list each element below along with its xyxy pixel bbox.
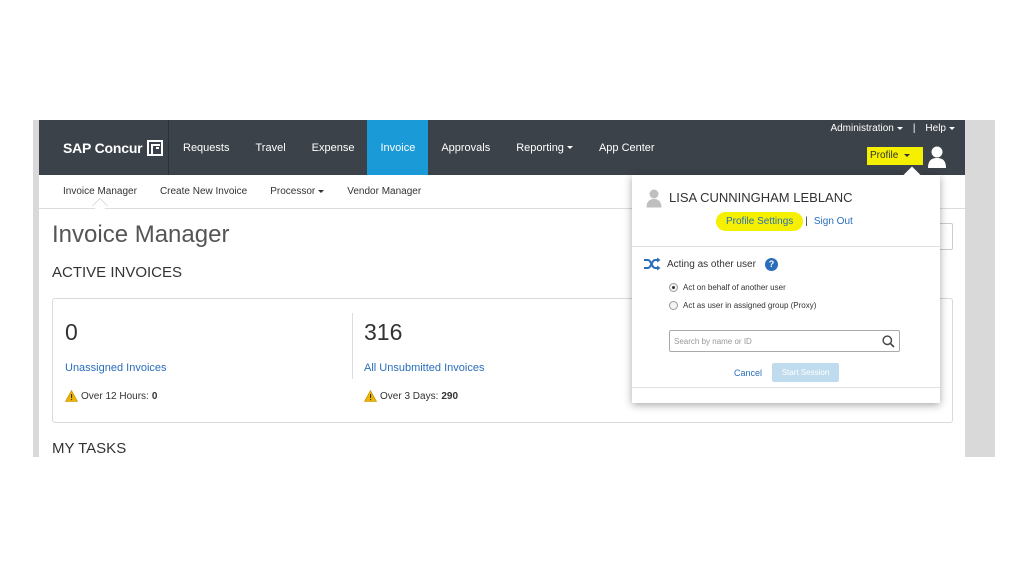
caret-down-icon xyxy=(566,146,573,149)
nav-item-requests[interactable]: Requests xyxy=(170,120,242,175)
nav-item-label: Reporting xyxy=(516,141,564,154)
subnav-vendor-manager[interactable]: Vendor Manager xyxy=(347,186,421,197)
administration-menu[interactable]: Administration xyxy=(830,123,903,134)
nav-item-label: Expense xyxy=(311,141,355,154)
link-separator: | xyxy=(805,216,808,227)
administration-label: Administration xyxy=(830,123,894,134)
warning-icon xyxy=(65,390,78,402)
subnav-label: Vendor Manager xyxy=(347,186,422,197)
radio-act-as-proxy[interactable]: Act as user in assigned group (Proxy) xyxy=(669,301,816,310)
stat-unsubmitted: 316 All Unsubmitted Invoices Over 3 Days… xyxy=(364,319,484,402)
main-nav: Requests Travel Expense Invoice Approval… xyxy=(170,120,668,175)
subnav-invoice-manager[interactable]: Invoice Manager xyxy=(63,186,137,197)
stat-divider xyxy=(352,313,353,379)
start-session-button[interactable]: Start Session xyxy=(772,363,840,382)
brand-logo[interactable]: SAP Concur xyxy=(39,120,169,175)
nav-item-label: Invoice xyxy=(380,141,416,154)
all-unsubmitted-invoices-link[interactable]: All Unsubmitted Invoices xyxy=(364,362,484,374)
nav-item-approvals[interactable]: Approvals xyxy=(428,120,503,175)
radio-act-on-behalf[interactable]: Act on behalf of another user xyxy=(669,283,786,292)
caret-down-icon xyxy=(896,126,903,130)
active-invoices-heading: ACTIVE INVOICES xyxy=(52,264,183,281)
my-tasks-heading: MY TASKS xyxy=(52,440,127,457)
profile-links: Profile Settings | Sign Out xyxy=(716,212,853,231)
search-icon[interactable] xyxy=(877,331,899,351)
session-actions: Cancel Start Session xyxy=(734,363,840,382)
utility-separator: | xyxy=(912,123,916,134)
user-avatar-icon xyxy=(646,189,662,208)
acting-as-other-user-header: Acting as other user ? xyxy=(643,257,778,271)
warning-label: Over 12 Hours: xyxy=(81,390,149,402)
stat-unassigned: 0 Unassigned Invoices Over 12 Hours: 0 xyxy=(65,319,167,402)
user-search-input[interactable] xyxy=(670,332,877,350)
radio-button-checked[interactable] xyxy=(669,283,678,292)
utility-links: Administration | Help xyxy=(830,123,955,134)
profile-label: Profile xyxy=(870,150,899,161)
acting-title: Acting as other user xyxy=(667,258,756,270)
stat-warning: Over 12 Hours: 0 xyxy=(65,390,167,402)
user-name: LISA CUNNINGHAM LEBLANC xyxy=(669,190,853,205)
subnav-label: Processor xyxy=(270,186,316,197)
nav-item-label: Requests xyxy=(183,141,230,154)
nav-item-reporting[interactable]: Reporting xyxy=(503,120,586,175)
warning-value: 290 xyxy=(441,390,459,402)
profile-settings-link[interactable]: Profile Settings xyxy=(716,212,804,231)
stat-count: 0 xyxy=(65,319,78,345)
caret-down-icon xyxy=(318,189,325,193)
nav-item-label: Approvals xyxy=(441,141,491,154)
caret-down-icon xyxy=(949,126,955,130)
brand-name: SAP Concur xyxy=(63,139,143,156)
warning-label: Over 3 Days: xyxy=(380,390,439,402)
nav-item-expense[interactable]: Expense xyxy=(299,120,368,175)
nav-item-label: Travel xyxy=(255,141,286,154)
subnav-processor[interactable]: Processor xyxy=(270,186,325,197)
subnav-create-new-invoice[interactable]: Create New Invoice xyxy=(160,186,247,197)
nav-item-app-center[interactable]: App Center xyxy=(586,120,668,175)
concur-app: SAP Concur Requests Travel Expense Invoi… xyxy=(39,120,965,457)
screenshot-frame: SAP Concur Requests Travel Expense Invoi… xyxy=(33,120,995,457)
cancel-link[interactable]: Cancel xyxy=(734,368,762,378)
radio-button[interactable] xyxy=(669,301,678,310)
page-title: Invoice Manager xyxy=(52,221,230,248)
stat-warning: Over 3 Days: 290 xyxy=(364,390,484,402)
sign-out-link[interactable]: Sign Out xyxy=(814,216,853,227)
concur-logo-icon xyxy=(147,139,164,156)
nav-item-travel[interactable]: Travel xyxy=(242,120,298,175)
nav-item-label: App Center xyxy=(598,141,655,154)
shuffle-icon xyxy=(644,257,661,271)
user-search-box xyxy=(669,330,900,352)
dropdown-divider xyxy=(632,387,940,388)
warning-value: 0 xyxy=(151,390,158,402)
help-icon[interactable]: ? xyxy=(764,257,778,271)
nav-item-invoice[interactable]: Invoice xyxy=(367,120,429,175)
subnav-label: Create New Invoice xyxy=(159,186,248,197)
help-menu[interactable]: Help xyxy=(925,123,955,134)
caret-down-icon xyxy=(904,153,911,157)
radio-label: Act on behalf of another user xyxy=(683,283,786,292)
user-avatar-icon[interactable] xyxy=(927,145,947,169)
stat-count: 316 xyxy=(364,319,403,345)
help-label: Help xyxy=(925,123,946,134)
radio-label: Act as user in assigned group (Proxy) xyxy=(683,301,817,310)
profile-menu-button[interactable]: Profile xyxy=(870,150,911,161)
profile-dropdown: LISA CUNNINGHAM LEBLANC Profile Settings… xyxy=(632,175,940,403)
dropdown-header: LISA CUNNINGHAM LEBLANC Profile Settings… xyxy=(632,175,940,247)
subnav-label: Invoice Manager xyxy=(63,186,137,197)
top-navigation-bar: SAP Concur Requests Travel Expense Invoi… xyxy=(39,120,965,175)
warning-icon xyxy=(364,390,377,402)
unassigned-invoices-link[interactable]: Unassigned Invoices xyxy=(65,362,167,374)
